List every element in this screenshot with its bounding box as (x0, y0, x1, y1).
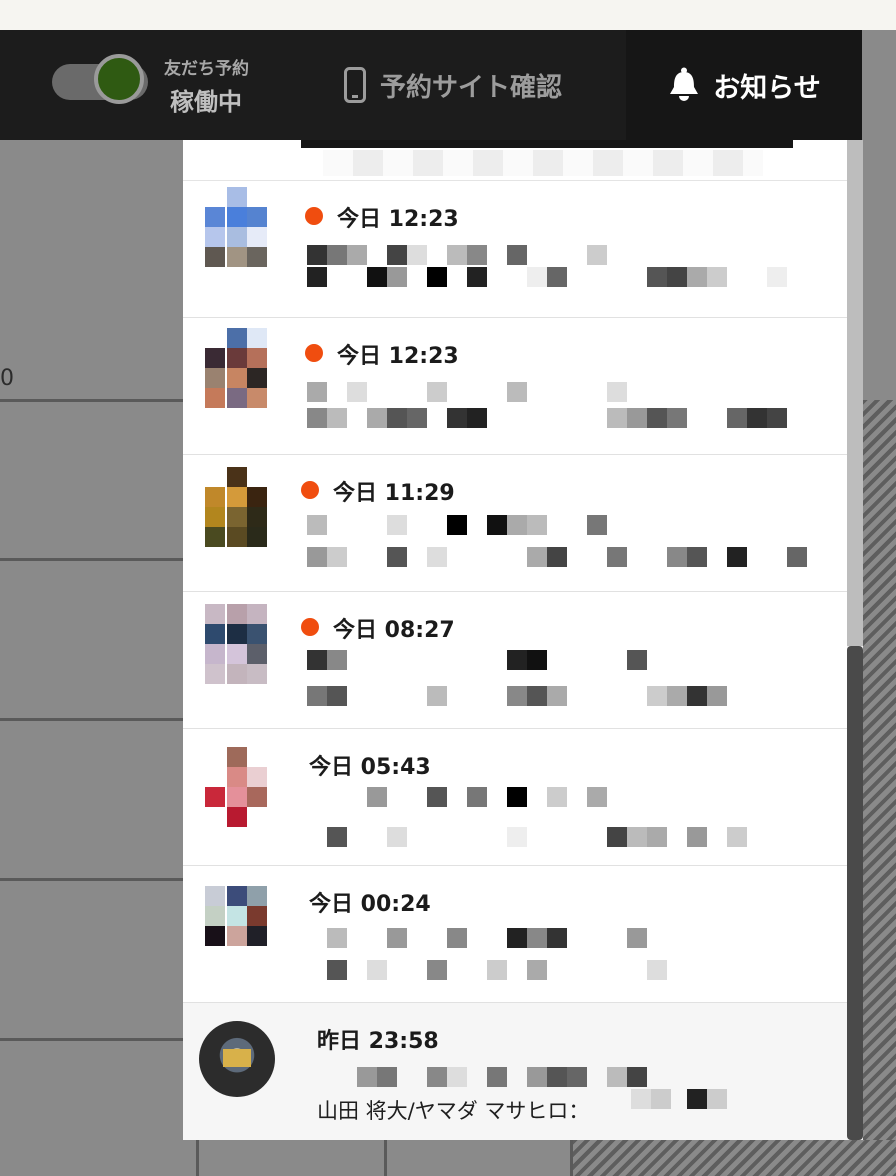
notification-time: 今日 11:29 (333, 481, 455, 506)
redacted-line (307, 960, 807, 982)
redacted-line (307, 827, 807, 849)
background-grid-line (0, 399, 184, 402)
redacted-line (307, 382, 787, 404)
toggle-status: 稼働中 (170, 88, 242, 116)
notification-item[interactable]: 昨日 23:58 山田 将大/ヤマダ マサヒロ： (183, 1003, 847, 1140)
toggle-caption: 友だち予約 (164, 59, 249, 79)
unread-dot (301, 481, 319, 499)
notification-dropdown: 今日 12:23 今日 12:23 今日 11:29 今日 08:27 今日 0… (183, 140, 863, 1140)
avatar (199, 1021, 275, 1097)
redacted-line (307, 408, 807, 430)
notification-time: 今日 12:23 (337, 344, 459, 369)
redacted-line (307, 267, 807, 289)
redacted-line (307, 686, 807, 708)
avatar (205, 467, 269, 563)
notification-item[interactable]: 今日 05:43 (183, 729, 847, 866)
notifications-label: お知らせ (713, 72, 821, 104)
notification-time: 今日 12:23 (337, 207, 459, 232)
notification-time: 今日 08:27 (333, 618, 455, 643)
background-grid-line (196, 1140, 199, 1176)
background-hatched-area (862, 400, 896, 1176)
sender-name: 山田 将大/ヤマダ マサヒロ： (317, 1099, 590, 1123)
redacted-line (631, 1089, 731, 1111)
notification-item[interactable]: 今日 12:23 (183, 318, 847, 455)
notification-item[interactable]: 今日 08:27 (183, 592, 847, 729)
toggle-knob (94, 54, 144, 104)
avatar (205, 747, 269, 843)
redacted-line (317, 1067, 677, 1089)
reservation-site-label: 予約サイト確認 (380, 72, 563, 103)
redacted-line (307, 515, 787, 537)
redacted-line (307, 245, 787, 267)
notification-item[interactable]: 今日 12:23 (183, 181, 847, 318)
background-grid-line (0, 1038, 184, 1041)
notifications-button[interactable]: お知らせ (626, 30, 862, 140)
background-grid-line (0, 558, 184, 561)
notification-time: 昨日 23:58 (317, 1029, 439, 1054)
background-grid-line (384, 1140, 387, 1176)
redacted-line (307, 547, 807, 569)
unread-dot (305, 207, 323, 225)
background-hatched-area-bottom (572, 1140, 896, 1176)
redacted-line (307, 928, 787, 950)
notification-time: 今日 00:24 (309, 892, 431, 917)
avatar (205, 187, 269, 283)
notification-item[interactable]: 今日 11:29 (183, 455, 847, 592)
avatar (205, 604, 269, 700)
unread-dot (301, 618, 319, 636)
phone-icon (344, 67, 366, 103)
browser-top-strip (0, 0, 896, 30)
previous-item-redacted-text (323, 150, 763, 176)
avatar (205, 328, 269, 424)
redacted-line (307, 787, 787, 809)
background-grid-line (0, 718, 184, 721)
notification-time: 今日 05:43 (309, 755, 431, 780)
background-grid-line (0, 878, 184, 881)
unread-dot (305, 344, 323, 362)
background-grid-line (570, 1140, 573, 1176)
notification-item[interactable]: 今日 00:24 (183, 866, 847, 1003)
previous-item-redacted (301, 140, 793, 148)
availability-toggle[interactable] (52, 54, 152, 106)
scrollbar-thumb[interactable] (847, 646, 863, 1140)
redacted-line (307, 650, 787, 672)
avatar (205, 886, 269, 982)
scrollbar-upper (847, 140, 863, 646)
bell-icon (670, 67, 699, 101)
reservation-site-link[interactable]: 予約サイト確認 (344, 62, 562, 108)
background-axis-label: 0 (0, 366, 14, 391)
